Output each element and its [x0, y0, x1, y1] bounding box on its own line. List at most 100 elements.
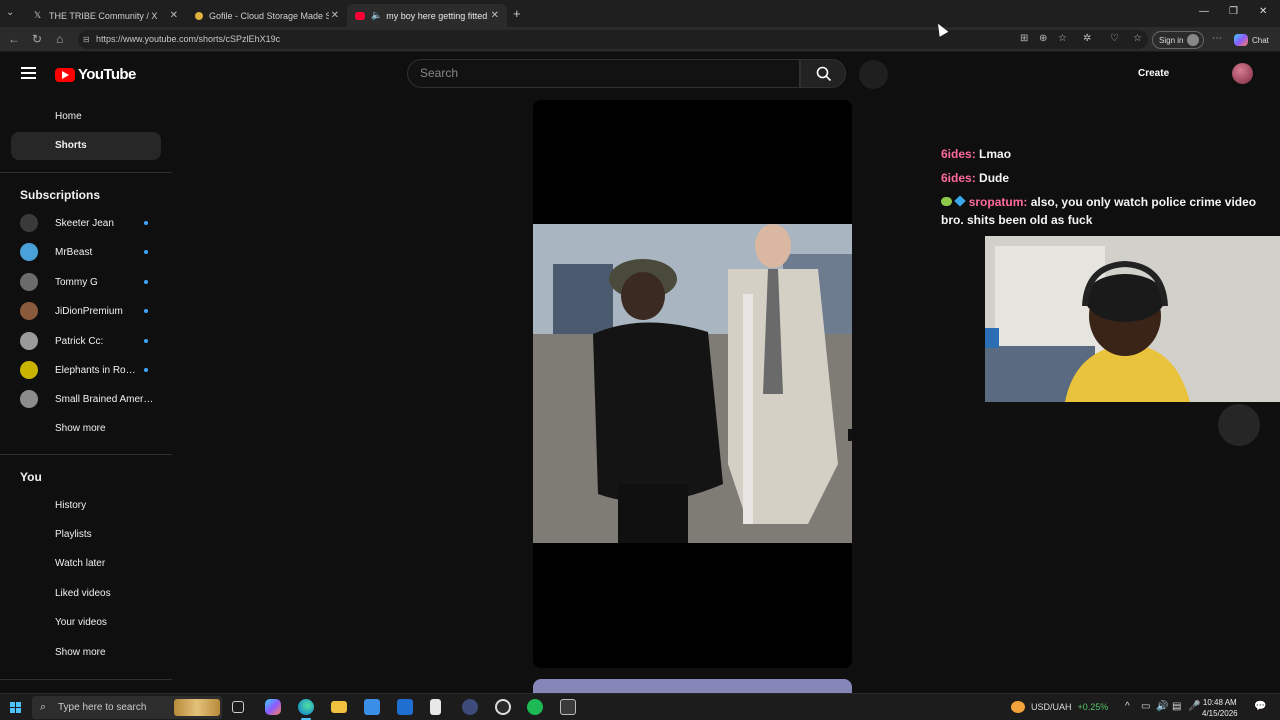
address-bar[interactable]: ⊟ https://www.youtube.com/shorts/cSPzlEh…: [78, 30, 1148, 49]
chevron-up-icon[interactable]: ^: [1125, 701, 1130, 712]
close-icon[interactable]: ✕: [170, 10, 178, 21]
copilot-chat-button[interactable]: Chat: [1234, 34, 1269, 46]
show-more-subscriptions[interactable]: Show more: [11, 415, 161, 443]
sidebar-item-subscription[interactable]: JiDionPremium: [20, 300, 160, 322]
chat-username: 6ides: [941, 171, 972, 185]
search-button[interactable]: [800, 59, 846, 88]
favorites-icon[interactable]: ☆: [1133, 33, 1142, 44]
search-placeholder: Type here to search: [58, 702, 147, 713]
subscriptions-heading[interactable]: Subscriptions: [20, 188, 100, 202]
browser-tab-strip: ⌄ 𝕏 THE TRIBE Community / X ✕ Gofile - C…: [0, 0, 1280, 27]
profile-avatar-icon: [1187, 34, 1200, 46]
edge-browser-icon[interactable]: [298, 699, 314, 715]
network-icon[interactable]: ▤: [1172, 701, 1181, 712]
home-icon[interactable]: ⌂: [56, 32, 63, 46]
notification-icon[interactable]: 💬: [1254, 701, 1266, 712]
sidebar-item-subscription[interactable]: Skeeter Jean: [20, 212, 160, 234]
sidebar-item-shorts[interactable]: Shorts: [11, 132, 161, 160]
window-close-icon[interactable]: ✕: [1259, 6, 1267, 17]
chat-separator: :: [971, 147, 976, 161]
copilot-icon: [1234, 34, 1248, 46]
channel-name: JiDionPremium: [55, 305, 123, 317]
sidebar-item-watch-later[interactable]: Watch later: [11, 550, 161, 578]
refresh-icon[interactable]: ↻: [32, 32, 42, 46]
gofile-icon: [195, 11, 203, 20]
tab-list-chevron-icon[interactable]: ⌄: [6, 7, 14, 18]
sidebar-item-subscription[interactable]: Elephants in Room: [20, 359, 160, 381]
youtube-icon: [355, 11, 365, 20]
chat-text: bro. shits been old as fuck: [941, 213, 1093, 227]
ticker-change: +0.25%: [1077, 702, 1109, 712]
site-info-icon[interactable]: ⊟: [83, 30, 90, 49]
channel-avatar: [20, 361, 38, 379]
system-clock[interactable]: 10:48 AM 4/15/2026: [1202, 697, 1238, 719]
search-input[interactable]: Search: [407, 59, 800, 88]
tab-gofile[interactable]: Gofile - Cloud Storage Made Simple ✕: [187, 4, 347, 27]
taskbar-search-input[interactable]: ⌕ Type here to search: [32, 696, 222, 719]
back-arrow-icon[interactable]: ←: [8, 32, 20, 46]
volume-icon[interactable]: 🔊: [1156, 701, 1168, 712]
tab-the-tribe[interactable]: 𝕏 THE TRIBE Community / X ✕: [24, 4, 186, 27]
file-explorer-icon[interactable]: [331, 701, 347, 713]
sidebar-item-subscription[interactable]: Tommy G: [20, 271, 160, 293]
minimize-icon[interactable]: —: [1199, 6, 1209, 17]
task-view-icon[interactable]: [232, 701, 244, 713]
sidebar-item-your-videos[interactable]: Your videos: [11, 609, 161, 637]
close-icon[interactable]: ✕: [331, 10, 339, 21]
sidebar-item-liked-videos[interactable]: Liked videos: [11, 580, 161, 608]
new-tab-button[interactable]: +: [513, 6, 521, 21]
microsoft-store-icon[interactable]: [364, 699, 380, 715]
tab-youtube-short[interactable]: 🔈 my boy here getting fitted for a suit …: [347, 4, 507, 27]
chat-separator: :: [971, 171, 976, 185]
sidebar-item-subscription[interactable]: MrBeast: [20, 241, 160, 263]
clock-date: 4/15/2026: [1202, 709, 1238, 718]
show-more-you[interactable]: Show more: [11, 639, 161, 667]
video-frame[interactable]: [533, 224, 852, 543]
sidebar-item-subscription[interactable]: Small Brained America: [20, 388, 160, 410]
sidebar-item-playlists[interactable]: Playlists: [11, 521, 161, 549]
sidebar-item-history[interactable]: History: [11, 492, 161, 520]
terminal-icon[interactable]: [560, 699, 576, 715]
divider: [0, 172, 172, 173]
streamer-webcam: [985, 236, 1280, 402]
webcam-illustration: [985, 236, 1280, 402]
maximize-icon[interactable]: ❐: [1229, 6, 1238, 17]
account-avatar[interactable]: [1232, 63, 1253, 84]
sign-in-button[interactable]: Sign in: [1152, 31, 1205, 49]
new-content-dot: [144, 368, 148, 372]
chat-text: also, you only watch police crime video: [1030, 195, 1257, 209]
windows-start-icon[interactable]: [10, 702, 21, 713]
sidebar-item-subscription[interactable]: Patrick Cc:: [20, 330, 160, 352]
youtube-logo[interactable]: YouTube: [55, 66, 136, 83]
extensions-icon[interactable]: ✲: [1083, 33, 1091, 44]
chat-username: sropatum: [968, 195, 1024, 209]
close-icon[interactable]: ✕: [491, 10, 499, 21]
media-app-icon[interactable]: [462, 699, 478, 715]
channel-name: Patrick Cc:: [55, 335, 104, 347]
obs-icon[interactable]: [495, 699, 511, 715]
voice-search-button[interactable]: [859, 60, 888, 89]
battery-icon[interactable]: ▭: [1141, 701, 1150, 712]
you-heading[interactable]: You: [20, 470, 42, 484]
sidebar-item-home[interactable]: Home: [11, 103, 161, 131]
stock-ticker-widget[interactable]: USD/UAH +0.25%: [1011, 701, 1108, 713]
speaker-icon[interactable]: 🔈: [371, 10, 382, 21]
app-available-icon[interactable]: ⊞: [1020, 33, 1028, 44]
more-options-icon[interactable]: ⋯: [1212, 33, 1222, 44]
zoom-icon[interactable]: ⊕: [1039, 33, 1047, 44]
microphone-icon[interactable]: 🎤: [1188, 701, 1200, 712]
next-short-preview[interactable]: [533, 679, 852, 693]
shorts-player[interactable]: [533, 100, 852, 668]
favorite-star-icon[interactable]: ☆: [1058, 33, 1067, 44]
notepad-icon[interactable]: [430, 699, 441, 715]
menu-icon[interactable]: [21, 67, 36, 79]
channel-name: Tommy G: [55, 276, 98, 288]
chat-message: 6ides: Dude: [941, 169, 1009, 187]
browser-essentials-icon[interactable]: ♡: [1110, 33, 1119, 44]
outlook-icon[interactable]: [397, 699, 413, 715]
youtube-play-icon: [55, 67, 75, 82]
create-button[interactable]: Create: [1138, 68, 1169, 79]
copilot-taskbar-icon[interactable]: [265, 699, 281, 715]
channel-avatar: [20, 273, 38, 291]
spotify-icon[interactable]: [527, 699, 543, 715]
